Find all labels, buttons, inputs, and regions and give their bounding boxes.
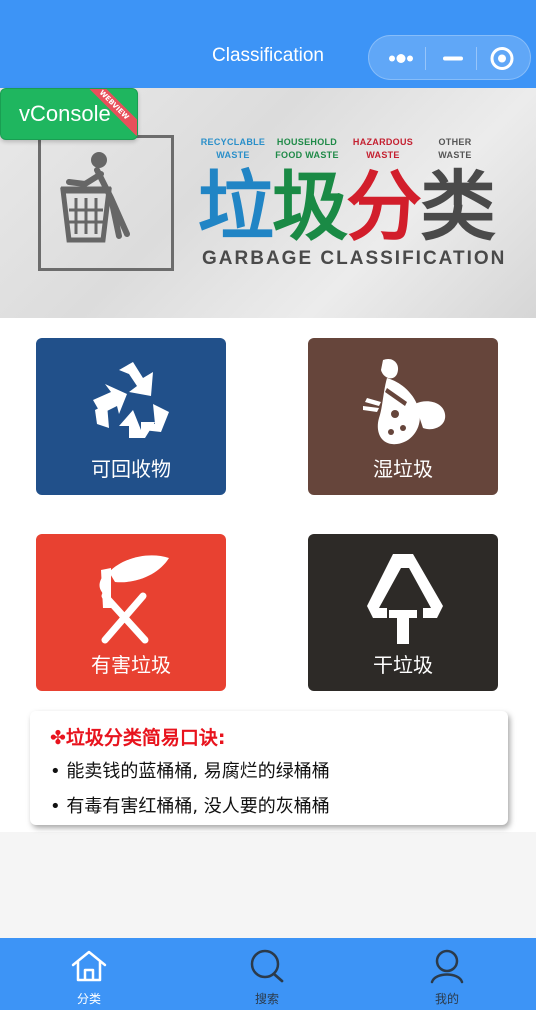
person-trash-bin-icon [60,152,130,243]
banner-subtitle: GARBAGE CLASSIFICATION [202,248,507,269]
tab-label: 搜索 [254,992,279,1006]
recycle-icon [93,362,169,438]
category-name: 干垃圾 [373,653,433,677]
tab-profile[interactable]: 我的 [358,938,536,1010]
more-button[interactable] [373,36,427,81]
title-char: 分 [346,162,422,251]
more-dots-icon [389,54,413,63]
category-name: 可回收物 [91,457,171,481]
tab-bar: 分类 搜索 我的 [0,938,536,1010]
tips-card: ✤垃圾分类简易口诀: • 能卖钱的蓝桶桶, 易腐烂的绿桶桶 • 有毒有害红桶桶,… [30,711,508,825]
capsule-menu [368,35,531,80]
category-name: 有害垃圾 [91,653,171,677]
tab-classification[interactable]: 分类 [0,938,178,1010]
banner-label-hazardous: HAZARDOUS WASTE [346,136,420,162]
label-line: HAZARDOUS [352,137,414,147]
minimize-button[interactable] [426,36,480,81]
food-waste-icon [363,358,446,445]
label-line: FOOD WASTE [275,150,339,160]
minimize-icon [443,56,463,61]
close-button[interactable] [475,36,529,81]
category-card-recyclable[interactable]: 可回收物 [36,338,226,495]
vconsole-button[interactable]: vConsole WEBVIEW [0,88,138,140]
tips-line: • 能卖钱的蓝桶桶, 易腐烂的绿桶桶 [50,761,330,782]
category-card-wet[interactable]: 湿垃圾 [308,338,498,495]
label-line: WASTE [438,150,472,160]
tab-label: 我的 [434,992,459,1006]
tab-search[interactable]: 搜索 [178,938,356,1010]
category-card-dry[interactable]: 干垃圾 [308,534,498,691]
category-name: 湿垃圾 [373,457,433,481]
home-icon [71,950,107,982]
label-line: WASTE [366,150,400,160]
label-line: HOUSEHOLD [276,137,338,147]
search-icon [250,949,284,983]
navigation-bar: Classification [0,0,536,88]
tips-title: ✤垃圾分类简易口诀: [50,727,226,749]
banner-label-household: HOUSEHOLD FOOD WASTE [270,136,344,162]
banner-label-recyclable: RECYCLABLE WASTE [196,136,270,162]
banner-label-other: OTHER WASTE [418,136,492,162]
title-char: 类 [420,162,496,251]
label-line: RECYCLABLE [200,137,266,147]
banner-logo-frame [38,135,174,271]
main-content: 可回收物 湿垃圾 有害垃圾 干垃圾 ✤垃圾分类简易口诀: • 能卖钱的蓝桶桶, … [0,318,536,832]
dry-waste-icon [367,554,443,644]
target-close-icon [490,47,514,70]
hazardous-icon [99,555,169,644]
title-char: 圾 [272,162,348,251]
tips-line: • 有毒有害红桶桶, 没人要的灰桶桶 [50,796,330,817]
label-line: OTHER [438,137,472,147]
category-card-hazardous[interactable]: 有害垃圾 [36,534,226,691]
title-char: 垃 [198,162,274,251]
tab-label: 分类 [76,992,101,1006]
user-icon [430,949,464,984]
label-line: WASTE [216,150,250,160]
banner-title: 垃圾分类 [198,162,496,252]
vconsole-label: vConsole [19,101,111,126]
